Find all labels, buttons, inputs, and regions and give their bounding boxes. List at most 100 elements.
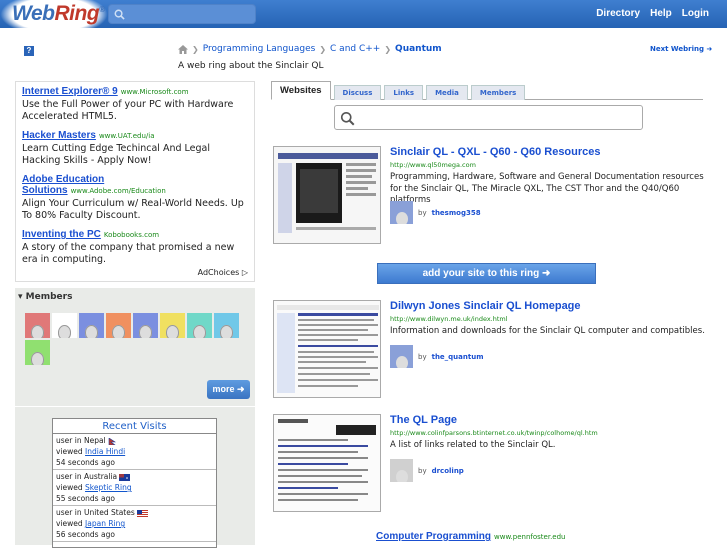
- breadcrumb: ❯ Programming Languages ❯ C and C++ ❯ Qu…: [178, 44, 442, 54]
- ad-description: Align Your Curriculum w/ Real-World Need…: [22, 198, 244, 221]
- tab-discuss[interactable]: Discuss: [333, 85, 382, 100]
- ad-description: Use the Full Power of your PC with Hardw…: [22, 99, 234, 122]
- ring-tabs: Websites Discuss Links Media Members: [271, 81, 703, 100]
- avatar-silhouette-icon: [58, 325, 71, 338]
- header-nav: Directory Help Login: [596, 8, 709, 19]
- visit-time: 54 seconds ago: [56, 458, 115, 467]
- owner-avatar[interactable]: [390, 459, 413, 482]
- breadcrumb-c-and-cpp[interactable]: C and C++: [330, 44, 380, 54]
- site-owner: by drcolinp: [390, 459, 464, 482]
- avatar-silhouette-icon: [112, 325, 125, 338]
- visit-ring-link[interactable]: Japan Ring: [85, 519, 125, 528]
- avatar-silhouette-icon: [220, 325, 233, 338]
- ad-item: Adobe Education Solutions www.Adobe.com/E…: [22, 174, 248, 222]
- ad-url[interactable]: www.Adobe.com/Education: [71, 187, 166, 195]
- members-title[interactable]: ▾ Members: [18, 292, 72, 302]
- member-avatar[interactable]: [160, 313, 185, 338]
- header-search-input[interactable]: [108, 4, 256, 24]
- webring-logo[interactable]: WebRing®: [12, 2, 105, 26]
- avatar-silhouette-icon: [31, 352, 44, 365]
- site-title-link[interactable]: Sinclair QL - QXL - Q60 - Q60 Resources: [390, 146, 601, 158]
- site-listing: Sinclair QL - QXL - Q60 - Q60 Resources …: [272, 146, 712, 246]
- member-avatar[interactable]: [52, 313, 77, 338]
- site-thumbnail[interactable]: [273, 146, 381, 244]
- site-url[interactable]: http://www.colinfparsons.btinternet.co.u…: [390, 429, 598, 437]
- site-owner: by thesmog358: [390, 201, 481, 224]
- ad-url[interactable]: www.Microsoft.com: [121, 88, 189, 96]
- visit-location: user in United States: [56, 508, 135, 517]
- breadcrumb-separator: ❯: [319, 44, 327, 54]
- tab-websites[interactable]: Websites: [271, 81, 331, 100]
- add-site-button[interactable]: add your site to this ring ➜: [377, 263, 596, 284]
- owner-avatar[interactable]: [390, 201, 413, 224]
- visit-item: user in Australia viewed Skeptic Ring 55…: [53, 470, 216, 506]
- member-avatar[interactable]: [214, 313, 239, 338]
- site-description: A list of links related to the Sinclair …: [390, 440, 556, 450]
- recent-visits-box: Recent Visits user in Nepal viewed India…: [52, 418, 217, 548]
- avatar-silhouette-icon: [193, 325, 206, 338]
- member-avatar[interactable]: [106, 313, 131, 338]
- ad-item: Internet Explorer® 9 www.Microsoft.com Us…: [22, 86, 248, 123]
- owner-by-label: by: [418, 466, 427, 475]
- nav-help-link[interactable]: Help: [650, 8, 672, 19]
- visit-time: 56 seconds ago: [56, 530, 115, 539]
- more-members-button[interactable]: more ➜: [207, 380, 250, 399]
- owner-name-link[interactable]: thesmog358: [432, 209, 481, 217]
- nav-directory-link[interactable]: Directory: [596, 8, 640, 19]
- visit-ring-link[interactable]: Skeptic Ring: [85, 483, 132, 492]
- owner-name-link[interactable]: the_quantum: [432, 353, 484, 361]
- next-webring-link[interactable]: Next Webring ➜: [650, 45, 712, 53]
- site-listing: Dilwyn Jones Sinclair QL Homepage http:/…: [272, 300, 712, 400]
- site-url[interactable]: http://www.ql50mega.com: [390, 161, 476, 169]
- visit-item: user in Nepal viewed India Hindi 54 seco…: [53, 434, 216, 470]
- member-avatar[interactable]: [25, 313, 50, 338]
- ad-url[interactable]: www.UAT.edu/ia: [99, 132, 155, 140]
- logo-ring-text: Ring: [54, 2, 100, 25]
- site-thumbnail[interactable]: [273, 300, 381, 398]
- ad-description: Learn Cutting Edge Techincal And Legal H…: [22, 143, 210, 166]
- avatar-silhouette-icon: [166, 325, 179, 338]
- bottom-ad-title-link[interactable]: Computer Programming: [376, 531, 491, 542]
- ad-url[interactable]: Kobobooks.com: [104, 231, 159, 239]
- member-avatar[interactable]: [187, 313, 212, 338]
- owner-avatar[interactable]: [390, 345, 413, 368]
- nav-login-link[interactable]: Login: [682, 8, 709, 19]
- tab-links[interactable]: Links: [384, 85, 424, 100]
- site-thumbnail[interactable]: [273, 414, 381, 512]
- site-title-link[interactable]: Dilwyn Jones Sinclair QL Homepage: [390, 300, 581, 312]
- ad-title-link[interactable]: Internet Explorer® 9: [22, 86, 118, 97]
- ads-panel: Internet Explorer® 9 www.Microsoft.com Us…: [15, 81, 255, 282]
- member-avatar[interactable]: [133, 313, 158, 338]
- visit-ring-link[interactable]: India Hindi: [85, 447, 125, 456]
- australia-flag-icon: [119, 473, 131, 481]
- bottom-ad: Computer Programming www.pennfoster.edu: [376, 531, 566, 542]
- site-title-link[interactable]: The QL Page: [390, 414, 457, 426]
- ad-title-link[interactable]: Inventing the PC: [22, 229, 101, 240]
- breadcrumb-separator: ❯: [384, 44, 392, 54]
- tab-media[interactable]: Media: [426, 85, 468, 100]
- owner-by-label: by: [418, 352, 427, 361]
- help-icon[interactable]: ?: [24, 46, 34, 56]
- breadcrumb-programming-languages[interactable]: Programming Languages: [203, 44, 316, 54]
- recent-visits-panel: Recent Visits user in Nepal viewed India…: [15, 407, 255, 548]
- logo-web-text: Web: [12, 2, 55, 25]
- visit-time: 55 seconds ago: [56, 494, 115, 503]
- home-icon[interactable]: [178, 44, 188, 54]
- ad-item: Inventing the PC Kobobooks.com A story of…: [22, 229, 248, 266]
- us-flag-icon: [136, 509, 148, 517]
- adchoices-link[interactable]: AdChoices ▷: [198, 268, 248, 277]
- top-bar: WebRing® Directory Help Login: [0, 0, 727, 36]
- bottom-ad-url[interactable]: www.pennfoster.edu: [494, 533, 565, 541]
- ad-item: Hacker Masters www.UAT.edu/ia Learn Cutti…: [22, 130, 248, 167]
- avatar-silhouette-icon: [31, 325, 44, 338]
- member-avatar[interactable]: [25, 340, 50, 365]
- owner-name-link[interactable]: drcolinp: [432, 467, 464, 475]
- avatar-silhouette-icon: [85, 325, 98, 338]
- site-url[interactable]: http://www.dilwyn.me.uk/index.html: [390, 315, 508, 323]
- tab-members[interactable]: Members: [470, 85, 526, 100]
- site-search-input[interactable]: [334, 105, 643, 130]
- member-avatar[interactable]: [79, 313, 104, 338]
- nepal-flag-icon: [108, 437, 116, 445]
- members-panel: ▾ Members more ➜: [15, 288, 255, 406]
- ad-title-link[interactable]: Hacker Masters: [22, 130, 96, 141]
